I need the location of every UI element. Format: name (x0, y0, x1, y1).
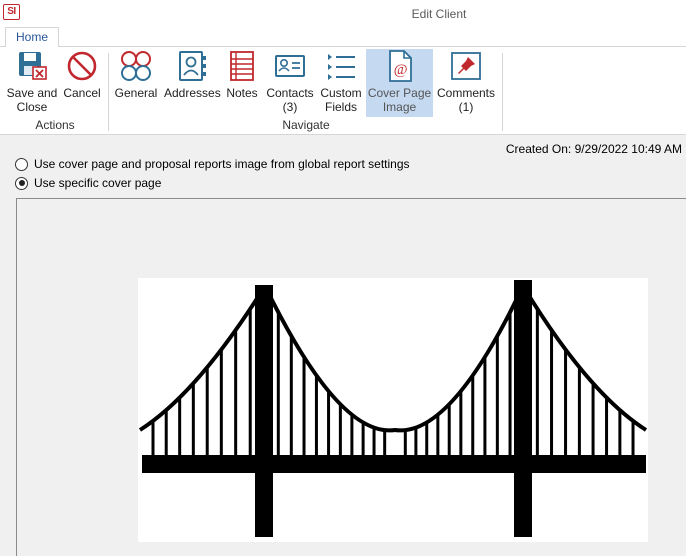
list-icon (328, 54, 355, 80)
addresses-button[interactable]: Addresses (164, 49, 221, 117)
radio-button-checked[interactable] (15, 176, 28, 190)
comments-button[interactable]: Comments (1) (436, 49, 496, 117)
suspension-bridge-icon (138, 280, 648, 537)
cover-page-image-button[interactable]: @ Cover Page Image (366, 49, 433, 117)
cover-image-panel (16, 198, 686, 556)
notes-icon (230, 51, 254, 81)
global-settings-option[interactable]: Use cover page and proposal reports imag… (15, 156, 410, 172)
custom-fields-button[interactable]: Custom Fields (318, 49, 364, 117)
save-icon (19, 52, 47, 80)
option-label: Use cover page and proposal reports imag… (34, 157, 410, 171)
document-at-icon: @ (388, 50, 412, 82)
general-button[interactable]: General (113, 49, 159, 117)
title-bar: SI Edit Client (0, 0, 686, 26)
ribbon-separator (108, 53, 109, 131)
cover-image[interactable] (138, 278, 648, 542)
contact-card-icon (275, 55, 305, 77)
cancel-button[interactable]: Cancel (60, 49, 104, 117)
pushpin-icon (451, 52, 481, 80)
ribbon-separator (502, 53, 503, 131)
tab-home[interactable]: Home (5, 27, 59, 48)
notes-button[interactable]: Notes (224, 49, 260, 117)
created-on-label: Created On: 9/29/2022 10:49 AM (505, 142, 682, 156)
general-icon (121, 51, 151, 81)
ribbon-tab-row: Home (0, 26, 686, 48)
specific-cover-page-option[interactable]: Use specific cover page (15, 175, 161, 191)
address-book-icon (179, 51, 206, 81)
save-and-close-button[interactable]: Save and Close (6, 49, 58, 117)
cancel-icon (67, 51, 97, 81)
navigate-group-label: Navigate (282, 118, 330, 132)
option-label: Use specific cover page (34, 176, 162, 190)
ribbon: Save and Close Cancel Actions General Ad… (0, 47, 686, 135)
radio-button[interactable] (15, 157, 28, 171)
actions-group-label: Actions (35, 118, 75, 132)
svg-text:@: @ (393, 62, 407, 78)
contacts-button[interactable]: Contacts (3) (265, 49, 315, 117)
window-title: Edit Client (411, 7, 467, 21)
